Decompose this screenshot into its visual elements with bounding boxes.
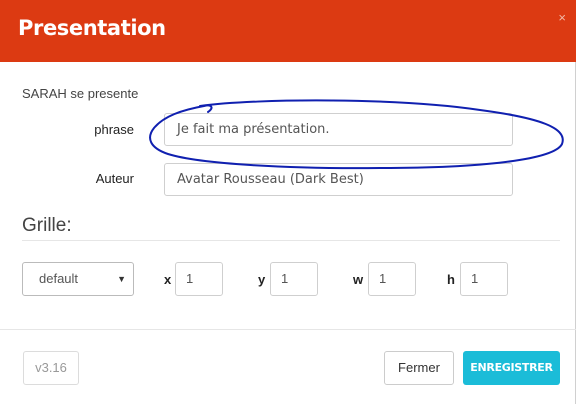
h-input[interactable]: 1 bbox=[460, 262, 508, 296]
x-input[interactable]: 1 bbox=[175, 262, 223, 296]
hand-drawn-annotation-circle bbox=[149, 99, 564, 170]
footer-divider bbox=[0, 329, 576, 330]
close-button[interactable]: Fermer bbox=[384, 351, 454, 385]
grille-divider bbox=[22, 240, 560, 241]
close-icon[interactable]: × bbox=[558, 10, 566, 25]
layout-select-value: default bbox=[39, 271, 79, 286]
version-badge: v3.16 bbox=[23, 351, 79, 385]
save-button[interactable]: ENREGISTRER bbox=[463, 351, 560, 385]
h-label: h bbox=[447, 272, 455, 287]
y-input[interactable]: 1 bbox=[270, 262, 318, 296]
auteur-label: Auteur bbox=[95, 171, 134, 186]
y-label: y bbox=[258, 272, 266, 287]
chevron-down-icon: ▼ bbox=[117, 274, 126, 284]
presentation-dialog: Presentation × SARAH se presente phrase … bbox=[0, 0, 576, 404]
w-label: w bbox=[353, 272, 364, 287]
grille-heading: Grille: bbox=[22, 215, 72, 236]
dialog-header: Presentation × bbox=[0, 0, 576, 62]
phrase-label: phrase bbox=[94, 122, 134, 137]
dialog-title: Presentation bbox=[18, 16, 166, 40]
subtitle: SARAH se presente bbox=[22, 86, 139, 101]
layout-select[interactable]: default ▼ bbox=[22, 262, 134, 296]
w-input[interactable]: 1 bbox=[368, 262, 416, 296]
x-label: x bbox=[164, 272, 172, 287]
